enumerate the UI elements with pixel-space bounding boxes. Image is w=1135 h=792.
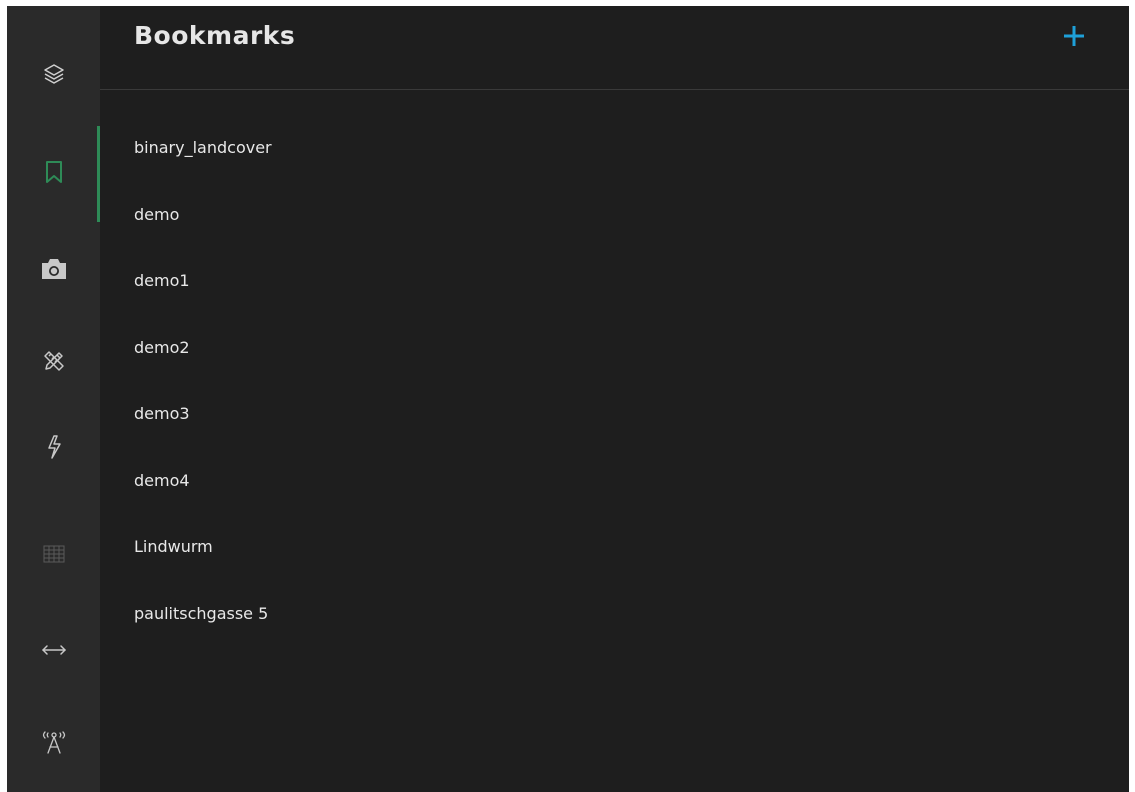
page-title: Bookmarks (134, 21, 296, 50)
sidebar-item-grid[interactable] (7, 508, 100, 600)
app-window: Bookmarks binary_landcover demo demo1 de… (7, 6, 1129, 792)
camera-icon (40, 257, 68, 281)
list-item[interactable]: binary_landcover (100, 138, 1129, 205)
list-item[interactable]: paulitschgasse 5 (100, 604, 1129, 671)
sidebar-item-bookmarks[interactable] (7, 126, 100, 222)
list-item[interactable]: demo3 (100, 404, 1129, 471)
plus-icon (1062, 24, 1086, 52)
panel-header: Bookmarks (100, 6, 1129, 90)
lightning-icon (44, 434, 64, 460)
sidebar-item-measure[interactable] (7, 604, 100, 696)
add-bookmark-button[interactable] (1059, 23, 1089, 53)
bookmark-icon (45, 160, 63, 184)
double-arrow-icon (41, 644, 67, 656)
sidebar (7, 6, 100, 792)
sidebar-item-sensors[interactable] (7, 696, 100, 788)
list-item[interactable]: demo (100, 205, 1129, 272)
list-item[interactable]: demo1 (100, 271, 1129, 338)
grid-icon (43, 545, 65, 563)
list-item[interactable]: demo4 (100, 471, 1129, 538)
bookmarks-panel: Bookmarks binary_landcover demo demo1 de… (100, 6, 1129, 792)
sidebar-item-draw[interactable] (7, 315, 100, 407)
sidebar-item-layers[interactable] (7, 28, 100, 120)
antenna-icon (39, 729, 69, 755)
list-item[interactable]: demo2 (100, 338, 1129, 405)
sidebar-item-screenshot[interactable] (7, 223, 100, 315)
layers-icon (42, 62, 66, 86)
bookmark-list: binary_landcover demo demo1 demo2 demo3 … (100, 138, 1129, 670)
pencil-ruler-icon (42, 349, 66, 373)
list-item[interactable]: Lindwurm (100, 537, 1129, 604)
sidebar-item-analysis[interactable] (7, 401, 100, 493)
